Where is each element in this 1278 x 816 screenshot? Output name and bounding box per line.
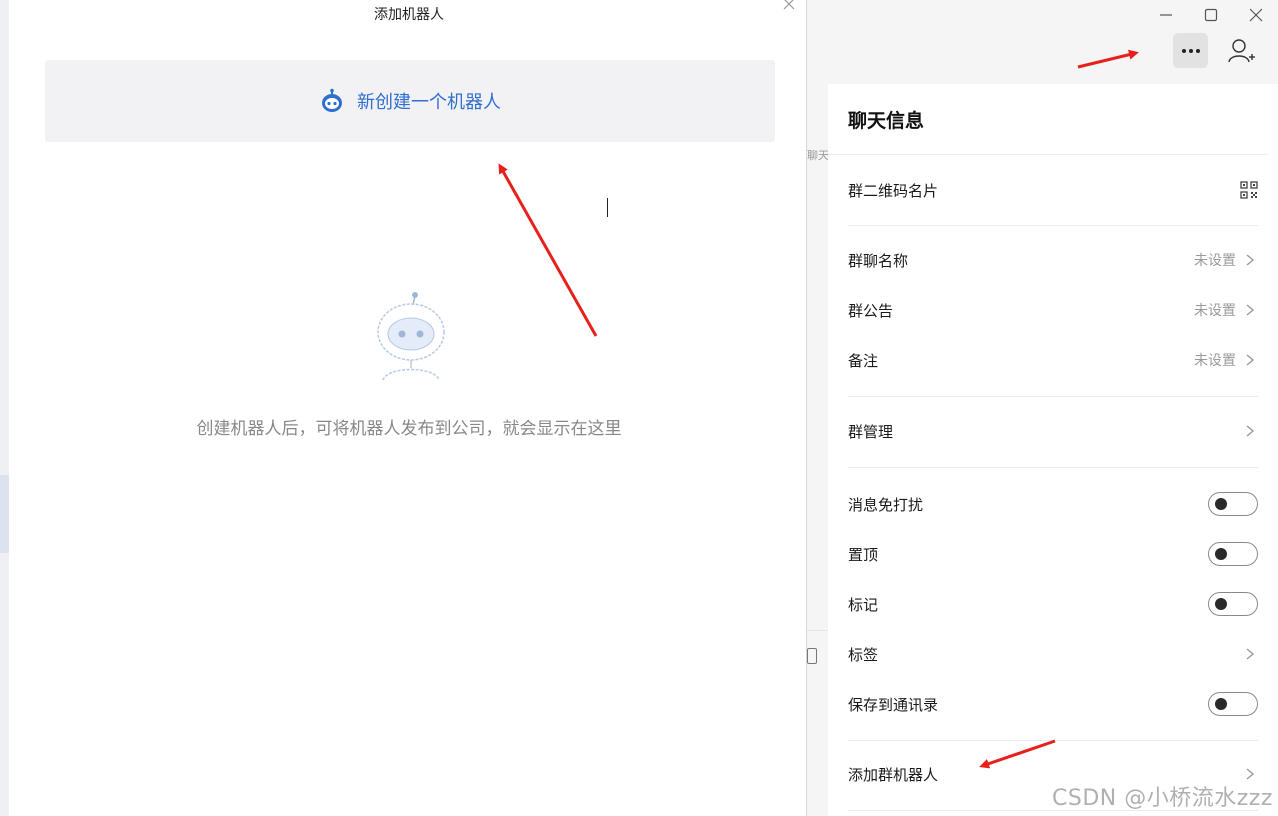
row-value: 未设置 — [1194, 353, 1236, 369]
save-contacts-toggle[interactable] — [1208, 692, 1258, 716]
minimize-icon — [1160, 14, 1172, 16]
add-member-button[interactable] — [1224, 33, 1259, 68]
row-label: 群二维码名片 — [848, 181, 939, 200]
row-divider — [848, 467, 1258, 468]
background-chat-hint: 聊天 — [807, 149, 829, 162]
row-pin-top: 置顶 — [848, 534, 1258, 574]
robot-illustration-icon — [377, 292, 445, 381]
row-divider — [848, 396, 1258, 397]
create-robot-button[interactable]: 新创建一个机器人 — [45, 60, 775, 142]
chat-info-panel: 聊天信息 群二维码名片 群聊名称 未设置 群公告 未设置 备注 未设置 群管理 … — [828, 84, 1278, 816]
chevron-right-icon — [1246, 254, 1255, 266]
row-value: 未设置 — [1194, 253, 1236, 269]
chevron-right-icon — [1246, 304, 1255, 316]
empty-state-text: 创建机器人后，可将机器人发布到公司，就会显示在这里 — [196, 419, 622, 439]
row-group-management[interactable]: 群管理 — [848, 411, 1258, 451]
qr-code-icon — [1240, 181, 1258, 199]
close-icon — [783, 0, 795, 10]
title-divider — [828, 154, 1268, 155]
background-file-icon — [807, 648, 817, 664]
left-background-strip — [0, 0, 9, 816]
row-label: 标签 — [848, 645, 879, 664]
chevron-right-icon — [1246, 354, 1255, 366]
row-label: 群公告 — [848, 301, 894, 320]
toggle-knob — [1215, 598, 1227, 610]
row-divider — [848, 740, 1258, 741]
row-label: 标记 — [848, 595, 879, 614]
left-background-accent — [0, 475, 9, 553]
row-label: 置顶 — [848, 545, 879, 564]
chevron-right-icon — [1246, 425, 1255, 437]
close-window-button[interactable] — [1245, 4, 1267, 26]
chat-info-title: 聊天信息 — [848, 110, 925, 132]
row-label: 群管理 — [848, 422, 894, 441]
watermark: CSDN @小桥流水zzz — [1052, 786, 1273, 811]
add-user-icon — [1227, 38, 1255, 62]
more-options-button[interactable] — [1173, 33, 1208, 68]
row-mark: 标记 — [848, 584, 1258, 624]
row-group-announcement[interactable]: 群公告 未设置 — [848, 290, 1258, 330]
row-label: 添加群机器人 — [848, 765, 939, 784]
row-group-qr-card[interactable]: 群二维码名片 — [848, 170, 1258, 210]
toggle-knob — [1215, 698, 1227, 710]
row-divider — [848, 225, 1258, 226]
dialog-close-button[interactable] — [782, 0, 800, 14]
row-label: 保存到通讯录 — [848, 695, 939, 714]
maximize-icon — [1204, 8, 1218, 22]
more-dots-icon — [1181, 48, 1200, 53]
maximize-button[interactable] — [1200, 4, 1222, 26]
row-label: 群聊名称 — [848, 251, 909, 270]
pin-toggle[interactable] — [1208, 542, 1258, 566]
row-mute-notifications: 消息免打扰 — [848, 484, 1258, 524]
minimize-button[interactable] — [1155, 4, 1177, 26]
background-divider — [806, 630, 828, 631]
toggle-knob — [1215, 548, 1227, 560]
text-cursor — [607, 198, 608, 217]
row-label: 消息免打扰 — [848, 495, 924, 514]
toggle-knob — [1215, 498, 1227, 510]
mark-toggle[interactable] — [1208, 592, 1258, 616]
row-remark[interactable]: 备注 未设置 — [848, 340, 1258, 380]
mute-toggle[interactable] — [1208, 492, 1258, 516]
row-value: 未设置 — [1194, 303, 1236, 319]
chevron-right-icon — [1246, 648, 1255, 660]
row-label: 备注 — [848, 351, 879, 370]
row-save-to-contacts: 保存到通讯录 — [848, 684, 1258, 724]
row-tags[interactable]: 标签 — [848, 634, 1258, 674]
add-robot-dialog: 添加机器人 新创建一个机器人 创建机器人后，可将机器人发布到公司，就会显示在这里 — [9, 0, 807, 816]
close-icon — [1249, 8, 1263, 22]
row-group-name[interactable]: 群聊名称 未设置 — [848, 240, 1258, 280]
dialog-title: 添加机器人 — [374, 7, 444, 23]
create-robot-label: 新创建一个机器人 — [357, 92, 501, 113]
robot-icon — [322, 88, 342, 112]
